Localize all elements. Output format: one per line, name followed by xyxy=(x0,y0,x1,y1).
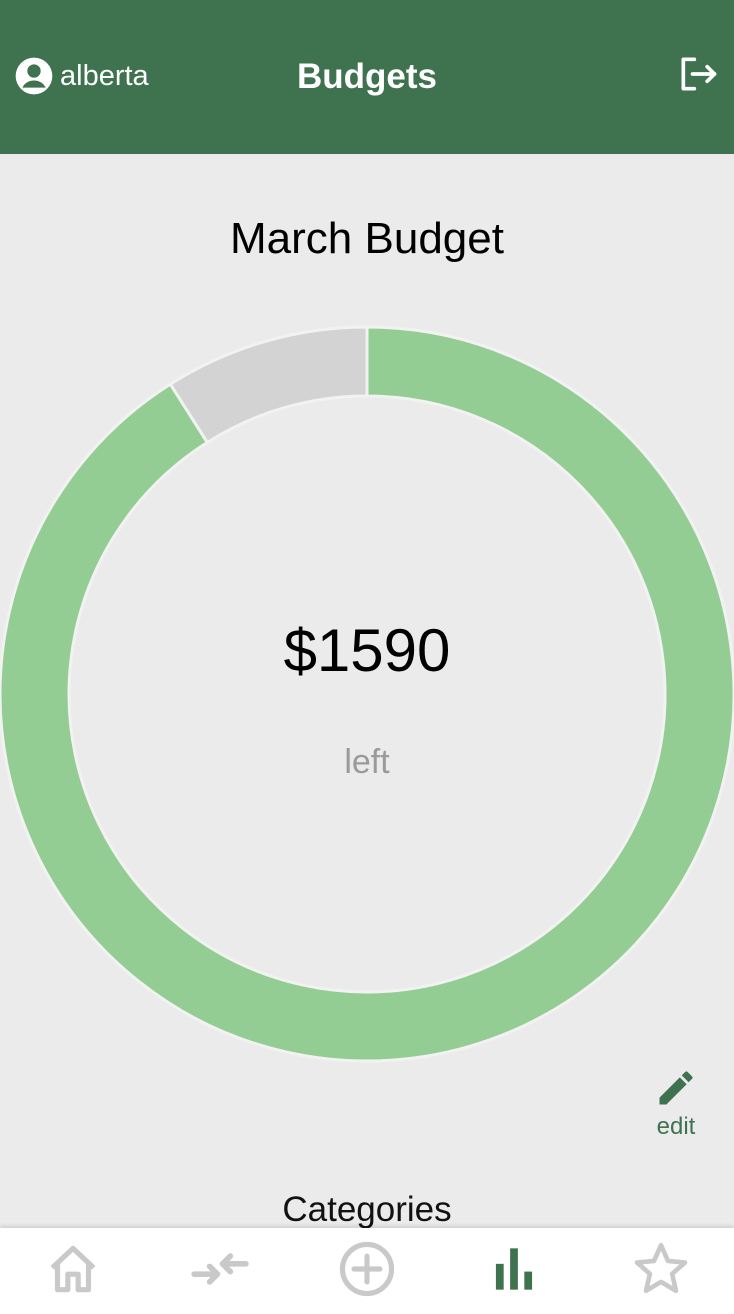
star-icon xyxy=(630,1238,692,1305)
categories-heading: Categories xyxy=(282,1190,452,1229)
edit-budget-button[interactable]: edit xyxy=(648,1066,704,1140)
app-header: alberta Budgets xyxy=(0,0,734,154)
bar-chart-icon xyxy=(483,1238,545,1305)
nav-budgets[interactable] xyxy=(479,1236,549,1306)
transfer-arrows-icon xyxy=(189,1238,251,1305)
nav-home[interactable] xyxy=(38,1236,108,1306)
amount-left-label: left xyxy=(344,743,390,781)
bottom-navigation xyxy=(0,1228,734,1314)
pencil-icon xyxy=(654,1066,698,1110)
amount-left: $1590 xyxy=(283,617,451,684)
nav-transfers[interactable] xyxy=(185,1236,255,1306)
nav-favorites[interactable] xyxy=(626,1236,696,1306)
budget-donut-chart xyxy=(0,324,734,1064)
donut-segment-spent xyxy=(168,325,369,445)
page-title: Budgets xyxy=(297,57,437,96)
nav-add[interactable] xyxy=(332,1236,402,1306)
logout-icon xyxy=(676,57,720,100)
home-icon xyxy=(42,1238,104,1305)
edit-label: edit xyxy=(656,1113,696,1140)
budget-title: March Budget xyxy=(230,214,504,263)
add-circle-icon xyxy=(336,1238,398,1305)
donut-segment-remaining xyxy=(0,325,734,1063)
logout-button[interactable] xyxy=(676,52,720,96)
